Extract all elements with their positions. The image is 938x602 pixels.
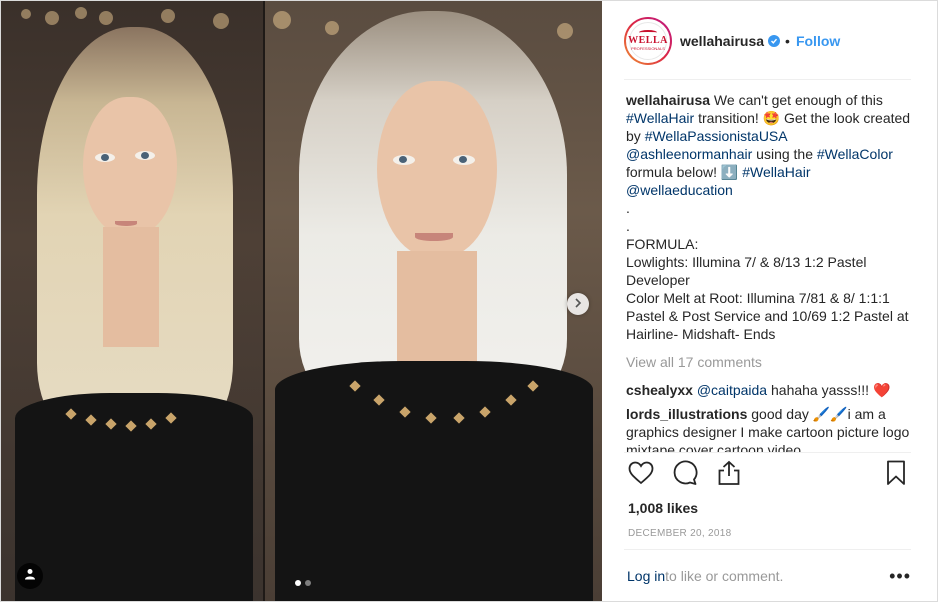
save-button[interactable]	[881, 460, 911, 490]
post-sidebar: WELLA PROFESSIONALS wellahairusa • Follo…	[602, 1, 937, 601]
likes-count[interactable]: 1,008 likes	[628, 500, 698, 516]
share-icon	[717, 460, 741, 491]
wella-logo-text: WELLA	[628, 35, 668, 46]
header-divider	[624, 79, 911, 80]
post-footer: Log in to like or comment. •••	[627, 566, 911, 586]
carousel-dot-active	[295, 580, 301, 586]
carousel-next-button[interactable]	[567, 293, 589, 315]
avatar[interactable]: WELLA PROFESSIONALS	[624, 16, 672, 65]
before-photo	[1, 1, 263, 601]
post-username[interactable]: wellahairusa	[680, 33, 764, 49]
carousel-dot	[305, 580, 311, 586]
verified-badge-icon	[768, 34, 781, 47]
post-date[interactable]: DECEMBER 20, 2018	[628, 528, 731, 539]
instagram-post: WELLA PROFESSIONALS wellahairusa • Follo…	[0, 0, 938, 602]
caption-formula: . . FORMULA: Lowlights: Illumina 7/ & 8/…	[626, 200, 909, 342]
wella-logo: WELLA PROFESSIONALS	[628, 21, 668, 60]
hashtag-link[interactable]: #WellaColor	[817, 146, 893, 162]
footer-divider	[624, 549, 911, 550]
comment-username[interactable]: lords_illustrations	[626, 406, 747, 422]
comment-item: cshealyxx @caitpaida hahaha yasss!!! ❤️	[626, 381, 916, 399]
login-link[interactable]: Log in	[627, 568, 665, 584]
bookmark-icon	[886, 460, 906, 491]
comments-section: wellahairusa We can't get enough of this…	[626, 91, 916, 453]
follow-button[interactable]: Follow	[796, 33, 840, 49]
more-options-button[interactable]: •••	[889, 567, 911, 585]
hashtag-link[interactable]: #WellaHair	[626, 110, 694, 126]
login-prompt-text: to like or comment.	[665, 568, 784, 584]
wella-logo-subtext: PROFESSIONALS	[631, 46, 665, 51]
comment-item: lords_illustrations good day 🖌️🖌️i am a …	[626, 405, 916, 453]
comment-text: hahaha yasss!!! ❤️	[767, 382, 891, 398]
mention-link[interactable]: @caitpaida	[697, 382, 767, 398]
heart-icon	[628, 461, 654, 490]
carousel-indicator	[295, 580, 311, 586]
mention-link[interactable]: @wellaeducation	[626, 182, 733, 198]
comment-username[interactable]: cshealyxx	[626, 382, 693, 398]
mention-link[interactable]: @ashleenormanhair	[626, 146, 752, 162]
comment-button[interactable]	[670, 460, 700, 490]
action-bar	[626, 459, 911, 491]
like-button[interactable]	[626, 460, 656, 490]
post-caption: wellahairusa We can't get enough of this…	[626, 92, 911, 342]
view-all-comments-link[interactable]: View all 17 comments	[626, 353, 916, 371]
hashtag-link[interactable]: #WellaHair	[742, 164, 810, 180]
comment-bubble-icon	[672, 460, 698, 491]
caption-username[interactable]: wellahairusa	[626, 92, 710, 108]
user-tags-button[interactable]	[17, 563, 43, 589]
actions-divider	[624, 452, 911, 453]
header-bullet: •	[785, 32, 790, 49]
chevron-right-icon	[573, 295, 583, 313]
share-button[interactable]	[714, 460, 744, 490]
hashtag-link[interactable]: #WellaPassionistaUSA	[645, 128, 787, 144]
user-tag-icon	[24, 567, 36, 585]
post-header: WELLA PROFESSIONALS wellahairusa • Follo…	[602, 1, 937, 80]
post-media-carousel[interactable]	[1, 1, 602, 601]
after-photo	[265, 1, 602, 601]
